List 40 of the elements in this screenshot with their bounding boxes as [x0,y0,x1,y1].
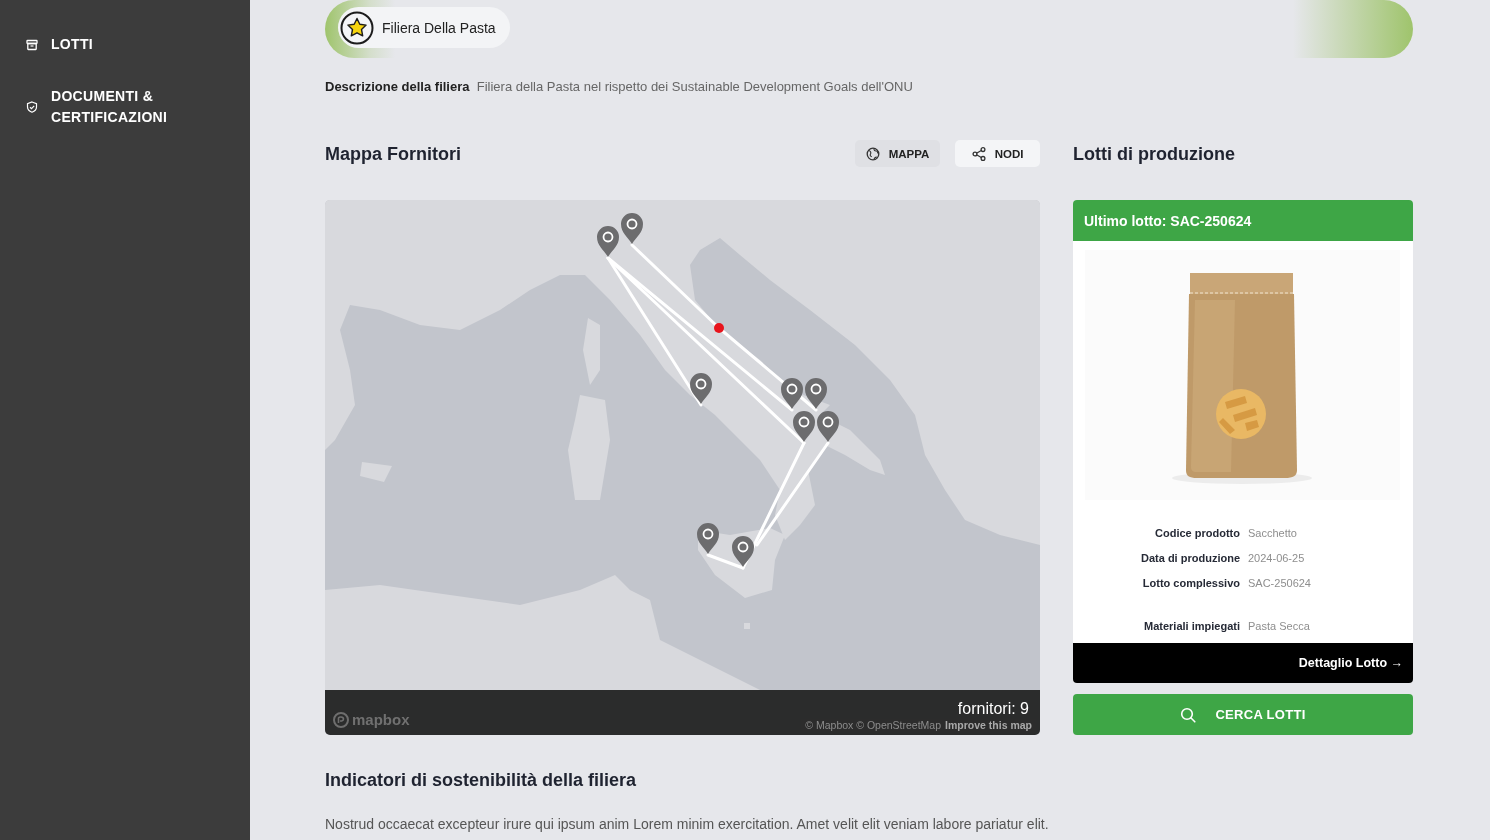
map-logo-icon [333,711,349,728]
map-pin-icon[interactable] [817,411,839,442]
map-attribution: © Mapbox © OpenStreetMap [805,719,942,732]
map-pin-icon[interactable] [793,411,815,442]
lot-card-header: Ultimo lotto: SAC-250624 [1073,200,1413,241]
field-value: Pasta Secca [1248,619,1311,633]
map-pin-icon[interactable] [697,523,719,554]
search-icon [1180,706,1197,723]
field-value: Sacchetto [1248,526,1298,540]
map-pin-icon[interactable] [781,378,803,409]
section-title: Lotti di produzione [1073,142,1235,166]
field-label: Codice prodotto [1154,526,1240,540]
map-pin-icon[interactable] [732,536,754,567]
field-value: SAC-250624 [1248,576,1312,590]
share-icon [971,146,986,161]
field-label: Data di produzione [1140,551,1240,565]
field-value: 2024-06-25 [1248,551,1306,565]
supply-chain-title: Filiera Della Pasta [382,19,496,36]
field-label: Materiali impiegati [1143,619,1240,633]
map-pin-icon[interactable] [621,213,643,244]
paragraph-text: Nostrud occaecat excepteur irure qui ipsum anim Lorem minim exercitation. Amet velit elit veniam labore pariatur elit. [325,815,1050,834]
map-logo-text: mapbox [352,711,410,728]
field-label: Lotto complessivo [1141,576,1240,590]
supplier-count: fornitori: 9 [957,699,1029,719]
improve-map-link[interactable]: Improve this map [945,719,1032,732]
view-tab[interactable]: NODI [955,140,1040,167]
archive-box-icon [26,38,38,51]
map-pin-icon[interactable] [805,378,827,409]
view-tab[interactable]: MAPPA [855,140,940,167]
marker-dot-icon [714,323,724,333]
description-text: Descrizione della filiera Filiera della Pasta nel rispetto dei Sustainable Development Goals dell'ONU [325,78,914,96]
globe-icon [865,146,880,161]
section-title: Indicatori di sostenibilità della filiera [325,769,638,792]
map-pin-icon[interactable] [690,373,712,404]
shield-check-icon [26,101,38,113]
map-pin-icon[interactable] [597,226,619,257]
section-title: Mappa Fornitori [325,142,461,166]
sidebar-item[interactable]: DOCUMENTI & CERTIFICAZIONI [0,86,200,128]
sidebar-item[interactable]: LOTTI [0,34,200,55]
lot-detail-link[interactable]: Dettaglio Lotto → [1073,643,1413,683]
